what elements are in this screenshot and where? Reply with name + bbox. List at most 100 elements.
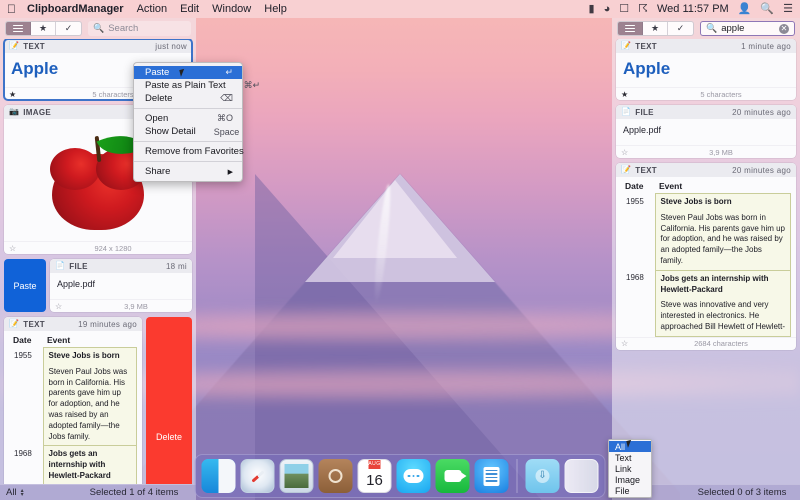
card-header: 📄 FILE 18 mi <box>50 259 192 273</box>
clip-table: Date Event 1955 Steve Jobs is born Steve… <box>621 180 791 337</box>
left-view-segmented-control[interactable]: ★ ✓ <box>5 21 82 36</box>
card-header: 📄 FILE 20 minutes ago <box>616 105 796 119</box>
card-footer: ☆ 3,9 MB <box>616 145 796 158</box>
card-body: Date Event 1955 Steve Jobs is born Steve… <box>4 331 142 484</box>
clipboard-window-right: ★ ✓ 🔍 apple ✕ 📝 TEXT 1 minute ago Apple <box>612 18 800 500</box>
table-row: 1955 Steve Jobs is born Steven Paul Jobs… <box>621 194 791 271</box>
apple-logo-icon[interactable]:  <box>7 3 16 15</box>
column-header-date: Date <box>9 334 43 348</box>
search-icon: 🔍 <box>706 23 717 34</box>
text-clip-icon: 📝 <box>621 42 631 50</box>
wifi-icon[interactable]: ◕ <box>604 4 611 15</box>
cell-event: Steve Jobs is born Steven Paul Jobs was … <box>655 194 791 271</box>
dock-item-finder[interactable] <box>202 459 236 493</box>
star-icon[interactable]: ★ <box>9 90 39 99</box>
left-search-input[interactable]: 🔍 Search <box>88 21 191 36</box>
dock-separator <box>517 459 518 493</box>
context-menu-item-remove-from-favorites[interactable]: Remove from Favorites <box>134 145 242 158</box>
clip-card-text-apple[interactable]: 📝 TEXT 1 minute ago Apple ★ 5 characters <box>616 39 796 100</box>
user-icon[interactable]: 👤 <box>738 4 752 15</box>
context-menu-item-show-detail[interactable]: Show Detail Space <box>134 125 242 138</box>
event-body: Steven Paul Jobs was born in California.… <box>661 213 786 265</box>
menu-item-edit[interactable]: Edit <box>180 3 199 15</box>
star-icon[interactable]: ☆ <box>621 339 651 348</box>
right-search-input[interactable]: 🔍 apple ✕ <box>700 21 795 36</box>
spotlight-search-icon[interactable]: 🔍 <box>760 4 774 15</box>
filter-option-image[interactable]: Image <box>609 474 651 485</box>
dock: AUG 16 ⇩ <box>195 454 606 498</box>
right-view-segmented-control[interactable]: ★ ✓ <box>617 21 694 36</box>
clear-search-icon[interactable]: ✕ <box>779 24 789 34</box>
text-clip-icon: 📝 <box>621 166 631 174</box>
card-type-label: TEXT <box>23 320 78 329</box>
context-menu-item-paste-plain[interactable]: Paste as Plain Text ⌘↵ <box>134 79 242 92</box>
context-menu[interactable]: Paste ↵ Paste as Plain Text ⌘↵ Delete ⌫ … <box>133 62 243 182</box>
column-header-event: Event <box>655 180 791 194</box>
star-icon[interactable]: ★ <box>643 22 668 35</box>
star-icon[interactable]: ☆ <box>9 244 39 253</box>
bluetooth-icon[interactable]: ☈ <box>638 4 648 15</box>
battery-icon[interactable]: ▮ <box>589 4 595 15</box>
dock-item-calendar[interactable]: AUG 16 <box>358 459 392 493</box>
swipe-paste-action[interactable]: Paste <box>4 259 46 312</box>
context-menu-item-share[interactable]: Share ▶ <box>134 165 242 178</box>
dock-item-contacts[interactable] <box>319 459 353 493</box>
clip-table: Date Event 1955 Steve Jobs is born Steve… <box>9 334 137 484</box>
clip-card-text-timeline[interactable]: 📝 TEXT 20 minutes ago Date Event 1955 <box>616 163 796 350</box>
card-timestamp: 19 minutes ago <box>78 320 137 329</box>
dock-item-trash[interactable] <box>565 459 599 493</box>
menu-item-help[interactable]: Help <box>264 3 287 15</box>
dock-item-facetime[interactable] <box>436 459 470 493</box>
clip-row-table: Delete 📝 TEXT 19 minutes ago Date Event <box>4 317 192 484</box>
card-timestamp: 18 mi <box>166 262 187 271</box>
clip-card-text-timeline[interactable]: 📝 TEXT 19 minutes ago Date Event 1955 <box>4 317 142 484</box>
menu-separator <box>134 108 242 109</box>
filter-option-link[interactable]: Link <box>609 463 651 474</box>
menu-item-action[interactable]: Action <box>137 3 168 15</box>
dock-item-notes[interactable] <box>475 459 509 493</box>
table-row: 1968 Jobs gets an internship with Hewlet… <box>9 446 137 484</box>
menu-label: Paste as Plain Text <box>145 80 226 91</box>
card-body: Apple.pdf <box>616 119 796 145</box>
column-header-date: Date <box>621 180 655 194</box>
chevron-right-icon: ▶ <box>228 168 233 176</box>
clip-card-file-pdf[interactable]: 📄 FILE 18 mi Apple.pdf ☆ 3,9 MB <box>50 259 192 312</box>
context-menu-item-open[interactable]: Open ⌘O <box>134 112 242 125</box>
star-icon[interactable]: ☆ <box>55 302 85 311</box>
star-icon[interactable]: ☆ <box>621 148 651 157</box>
menu-bar-clock[interactable]: Wed 11:57 PM <box>657 3 729 15</box>
event-body: Steve was innovative and very interested… <box>661 300 786 331</box>
list-icon[interactable] <box>6 22 31 35</box>
right-clip-list[interactable]: 📝 TEXT 1 minute ago Apple ★ 5 characters… <box>612 39 800 484</box>
check-icon[interactable]: ✓ <box>668 22 693 35</box>
filter-option-file[interactable]: File <box>609 485 651 496</box>
cell-date: 1968 <box>621 270 655 336</box>
text-clip-icon: 📝 <box>9 320 19 328</box>
dock-item-downloads-folder[interactable]: ⇩ <box>526 459 560 493</box>
menu-bar:  ClipboardManager Action Edit Window He… <box>0 0 800 18</box>
context-menu-item-delete[interactable]: Delete ⌫ <box>134 92 242 105</box>
cell-event: Jobs gets an internship with Hewlett-Pac… <box>43 446 137 484</box>
swipe-delete-action[interactable]: Delete <box>146 317 192 484</box>
menu-separator <box>134 161 242 162</box>
airplay-icon[interactable]: ☐ <box>619 4 629 15</box>
filter-option-text[interactable]: Text <box>609 452 651 463</box>
card-footer: ★ 5 characters <box>616 87 796 100</box>
filter-options-popup[interactable]: All Text Link Image File <box>608 439 652 498</box>
list-icon[interactable] <box>618 22 643 35</box>
event-heading: Steve Jobs is born <box>49 351 132 362</box>
dock-item-mail[interactable] <box>280 459 314 493</box>
clip-text-content: Apple <box>623 57 789 83</box>
card-timestamp: 20 minutes ago <box>732 108 791 117</box>
notification-center-icon[interactable]: ☰ <box>783 4 793 15</box>
dock-item-safari[interactable] <box>241 459 275 493</box>
dock-item-messages[interactable] <box>397 459 431 493</box>
star-icon[interactable]: ★ <box>621 90 651 99</box>
card-footer: ☆ 3,9 MB <box>50 299 192 312</box>
left-filter-dropdown[interactable]: All ▴▾ <box>6 487 78 498</box>
check-icon[interactable]: ✓ <box>56 22 81 35</box>
menu-item-app[interactable]: ClipboardManager <box>27 3 124 15</box>
clip-card-file-pdf[interactable]: 📄 FILE 20 minutes ago Apple.pdf ☆ 3,9 MB <box>616 105 796 158</box>
star-icon[interactable]: ★ <box>31 22 56 35</box>
menu-item-window[interactable]: Window <box>212 3 251 15</box>
